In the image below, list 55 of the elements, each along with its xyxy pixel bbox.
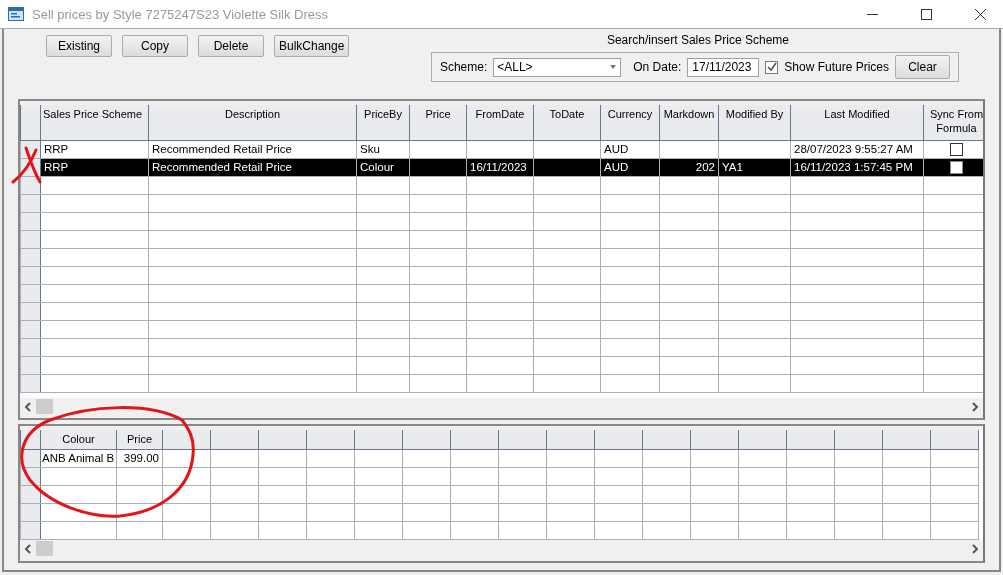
- scroll-left-icon[interactable]: [24, 401, 32, 412]
- scroll-right-icon[interactable]: [971, 543, 979, 554]
- column-header[interactable]: [354, 430, 403, 449]
- checkbox[interactable]: [950, 142, 963, 156]
- column-header[interactable]: Sales Price Scheme: [40, 105, 149, 140]
- column-header[interactable]: [786, 430, 835, 449]
- column-header[interactable]: Currency: [600, 105, 660, 140]
- column-header[interactable]: [450, 430, 499, 449]
- column-header[interactable]: PriceBy: [356, 105, 410, 140]
- column-header[interactable]: Sync From Formula: [923, 105, 983, 140]
- column-header[interactable]: Price: [116, 430, 163, 449]
- column-header[interactable]: Description: [148, 105, 357, 140]
- window-title: Sell prices by Style 7275247S23 Violette Silk Dress: [32, 6, 330, 22]
- checkbox[interactable]: [950, 160, 963, 174]
- column-header[interactable]: FromDate: [466, 105, 534, 140]
- column-header[interactable]: [210, 430, 259, 449]
- scheme-label: Scheme:: [439, 60, 488, 74]
- column-header[interactable]: [882, 430, 931, 449]
- scroll-right-icon[interactable]: [971, 401, 979, 412]
- toolbar-button[interactable]: BulkChange: [274, 35, 350, 57]
- maximize-icon[interactable]: [920, 8, 932, 20]
- date-label: On Date:: [633, 60, 682, 74]
- column-header[interactable]: Colour: [40, 430, 117, 449]
- scroll-left-icon[interactable]: [24, 543, 32, 554]
- scheme-dropdown[interactable]: <ALL>: [493, 57, 622, 77]
- clear-button[interactable]: Clear: [895, 55, 950, 79]
- toolbar-button[interactable]: Copy: [122, 35, 188, 57]
- close-icon[interactable]: [974, 8, 986, 20]
- toolbar-button[interactable]: Delete: [198, 35, 264, 57]
- column-header[interactable]: [258, 430, 307, 449]
- column-header[interactable]: [546, 430, 595, 449]
- column-header[interactable]: Price: [409, 105, 467, 140]
- date-field[interactable]: 17/11/2023: [687, 57, 760, 77]
- column-header[interactable]: [306, 430, 355, 449]
- checkbox-label: Show Future Prices: [784, 60, 889, 74]
- column-header[interactable]: [834, 430, 883, 449]
- column-header[interactable]: [690, 430, 739, 449]
- column-header[interactable]: [930, 430, 979, 449]
- toolbar-button[interactable]: Existing: [46, 35, 112, 57]
- scroll-thumb[interactable]: [36, 541, 53, 556]
- column-header[interactable]: Markdown: [659, 105, 719, 140]
- column-header[interactable]: [498, 430, 547, 449]
- app-icon: [8, 7, 24, 21]
- column-header[interactable]: Modified By: [718, 105, 791, 140]
- minimize-icon[interactable]: [866, 13, 878, 15]
- scroll-thumb[interactable]: [36, 399, 53, 414]
- column-header[interactable]: ToDate: [533, 105, 601, 140]
- search-label: Search/insert Sales Price Scheme: [606, 33, 789, 47]
- cross-annotation: [11, 146, 42, 184]
- checkbox[interactable]: [765, 60, 779, 74]
- column-header[interactable]: [402, 430, 451, 449]
- column-header[interactable]: [642, 430, 691, 449]
- column-header[interactable]: [594, 430, 643, 449]
- column-header[interactable]: [738, 430, 787, 449]
- column-header[interactable]: Last Modified: [790, 105, 924, 140]
